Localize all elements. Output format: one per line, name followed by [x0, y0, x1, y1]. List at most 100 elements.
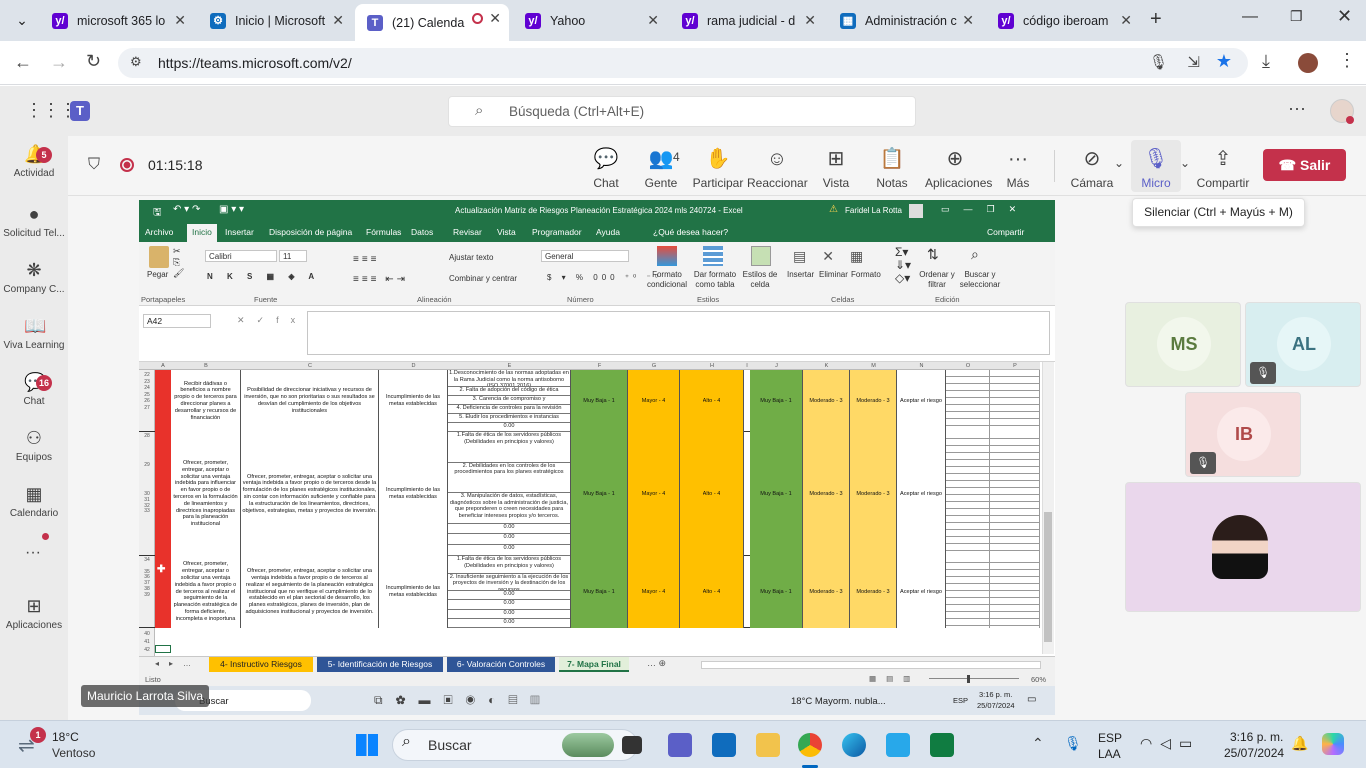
show-hidden-icons[interactable]: ⌃: [1032, 735, 1044, 752]
close-tab-icon[interactable]: ✕: [962, 12, 974, 29]
close-tab-icon[interactable]: ✕: [332, 12, 344, 29]
react-button[interactable]: ☺ Reaccionar: [747, 148, 808, 190]
network-sound-battery-icons[interactable]: ◠◁▭: [1140, 735, 1200, 752]
start-icon[interactable]: [356, 734, 378, 756]
mic-button[interactable]: 🎙 Micro: [1126, 148, 1186, 190]
close-tab-icon[interactable]: ✕: [804, 12, 816, 29]
lang-indicator-1[interactable]: ESP: [1098, 731, 1122, 745]
lang-indicator-2[interactable]: LAA: [1098, 747, 1121, 761]
cell-text: Moderado - 3: [809, 490, 843, 497]
browser-tab[interactable]: ⚙ Inicio | Microsoft ✕: [198, 6, 352, 35]
more-apps-icon[interactable]: ···: [25, 544, 41, 562]
more-button[interactable]: ··· Más: [988, 148, 1048, 190]
maximize-window-button[interactable]: ❐: [1290, 8, 1303, 25]
browser-tab[interactable]: y/rama judicial - d ✕: [670, 6, 824, 35]
phone-hangup-icon: ☎: [1278, 157, 1300, 173]
participant-tile[interactable]: AL 🎙: [1245, 302, 1361, 387]
clock-time[interactable]: 3:16 p. m.: [1230, 730, 1283, 744]
notification-bell-icon[interactable]: 🔔: [1291, 735, 1308, 752]
number-format-box: General: [541, 250, 629, 262]
download-icon[interactable]: ⤓: [1262, 51, 1270, 72]
rail-item[interactable]: 🔔Actividad5: [0, 144, 68, 179]
new-tab-button[interactable]: +: [1150, 8, 1162, 31]
rail-item[interactable]: ⊞ Aplicaciones: [0, 596, 68, 631]
apps-button[interactable]: ⊕ Aplicaciones: [925, 148, 992, 190]
teams-taskbar-icon[interactable]: [668, 733, 692, 757]
rail-item[interactable]: 📖 Viva Learning: [0, 316, 68, 351]
microphone-icon[interactable]: 🎙: [1149, 53, 1168, 71]
rail-item-label: Aplicaciones: [5, 620, 63, 631]
copilot-icon[interactable]: [1322, 733, 1344, 755]
close-tab-icon[interactable]: ✕: [1120, 12, 1132, 29]
raise-hand-button[interactable]: ✋ Participar: [688, 148, 748, 190]
separator: [1054, 150, 1055, 182]
people-button[interactable]: 👥 Gente 4: [631, 148, 691, 190]
ribbon-group-label: Celdas: [831, 295, 855, 304]
rail-item[interactable]: ⚇ Equipos: [0, 428, 68, 463]
teams-search-input[interactable]: ⌕ Búsqueda (Ctrl+Alt+E): [448, 96, 916, 127]
close-tab-icon[interactable]: ✕: [647, 12, 659, 29]
leave-label: Salir: [1299, 157, 1331, 173]
leave-button[interactable]: ☎ Salir: [1263, 149, 1346, 181]
excel-menu-item: Insertar: [225, 227, 254, 237]
shield-icon[interactable]: ⛉: [88, 156, 100, 174]
browser-tab[interactable]: y/código iberoam ✕: [986, 6, 1140, 35]
chrome-taskbar-icon[interactable]: [798, 733, 822, 757]
chat-button[interactable]: 💬 Chat: [576, 148, 636, 190]
rail-item[interactable]: ▦ Calendario: [0, 484, 68, 519]
button-label: Reaccionar: [747, 176, 808, 190]
participant-tile[interactable]: IB 🎙: [1185, 392, 1301, 477]
view-button[interactable]: ⊞ Vista: [806, 148, 866, 190]
excel-taskbar-icon[interactable]: [930, 733, 954, 757]
forward-icon[interactable]: →: [50, 52, 68, 73]
tab-title: Administración c: [865, 13, 957, 28]
back-icon[interactable]: ←: [14, 52, 32, 73]
cell-text: Muy Baja - 1: [583, 490, 615, 497]
browser-tab[interactable]: y/Yahoo ✕: [513, 6, 667, 35]
site-info-icon[interactable]: ⚙: [130, 54, 142, 70]
rail-item[interactable]: ● Solicitud Tel...: [0, 204, 68, 239]
edge-taskbar-icon[interactable]: [842, 733, 866, 757]
file-explorer-icon[interactable]: [756, 733, 780, 757]
browser-tab[interactable]: y/microsoft 365 lo ✕: [40, 6, 194, 35]
address-bar[interactable]: ⚙ https://teams.microsoft.com/v2/ 🎙 ⇲ ★: [118, 48, 1248, 78]
bookmark-star-icon[interactable]: ★: [1216, 51, 1232, 72]
cell-text: Aceptar el riesgo: [900, 588, 942, 595]
install-app-icon[interactable]: ⇲: [1187, 53, 1200, 71]
reload-icon[interactable]: ↻: [86, 51, 101, 72]
url-text[interactable]: https://teams.microsoft.com/v2/: [158, 55, 352, 71]
mail-taskbar-icon[interactable]: [712, 733, 736, 757]
settings-more-icon[interactable]: ···: [1288, 98, 1306, 119]
microphone-icon: 🎙: [1143, 148, 1169, 170]
outlook-taskbar-icon[interactable]: [886, 733, 910, 757]
find-label: Buscar y seleccionar: [959, 270, 1001, 289]
minimize-window-button[interactable]: —: [1242, 8, 1258, 26]
notes-button[interactable]: 📋 Notas: [862, 148, 922, 190]
app-launcher-icon[interactable]: ⋮⋮⋮: [25, 100, 77, 121]
camera-button[interactable]: ⊘ Cámara: [1062, 148, 1122, 190]
tab-search-button[interactable]: ⌄: [12, 10, 32, 30]
cause-line: 2. Debilidades en los controles de los p…: [448, 463, 570, 493]
rail-item[interactable]: 💬Chat16: [0, 372, 68, 407]
meeting-timer: 01:15:18: [148, 157, 203, 173]
rail-item[interactable]: ❋ Company C...: [0, 260, 68, 295]
browser-tab[interactable]: ▦ Administración c ✕: [828, 6, 982, 35]
share-button[interactable]: ⇪ Compartir: [1192, 148, 1254, 190]
self-video-tile[interactable]: [1125, 482, 1361, 612]
clock-date[interactable]: 25/07/2024: [1224, 746, 1284, 760]
close-tab-icon[interactable]: ✕: [489, 10, 501, 27]
cell-text: Mayor - 4: [641, 490, 666, 497]
ribbon-group-label: Alineación: [417, 295, 452, 304]
mic-tray-icon[interactable]: 🎙: [1064, 735, 1082, 752]
browser-tab[interactable]: T (21) Calenda ✕: [355, 4, 509, 41]
close-window-button[interactable]: ✕: [1337, 6, 1352, 27]
participant-tile[interactable]: MS: [1125, 302, 1241, 387]
camera-options-chevron-icon[interactable]: ⌄: [1114, 156, 1124, 170]
cell-d: Incumplimiento de las metas establecidas: [379, 432, 448, 556]
browser-menu-icon[interactable]: ⋮: [1338, 50, 1356, 71]
task-view-icon[interactable]: [622, 736, 642, 754]
profile-avatar[interactable]: [1298, 53, 1318, 73]
close-tab-icon[interactable]: ✕: [174, 12, 186, 29]
excel-menu-item: ¿Qué desea hacer?: [653, 227, 729, 237]
mic-options-chevron-icon[interactable]: ⌄: [1180, 156, 1190, 170]
